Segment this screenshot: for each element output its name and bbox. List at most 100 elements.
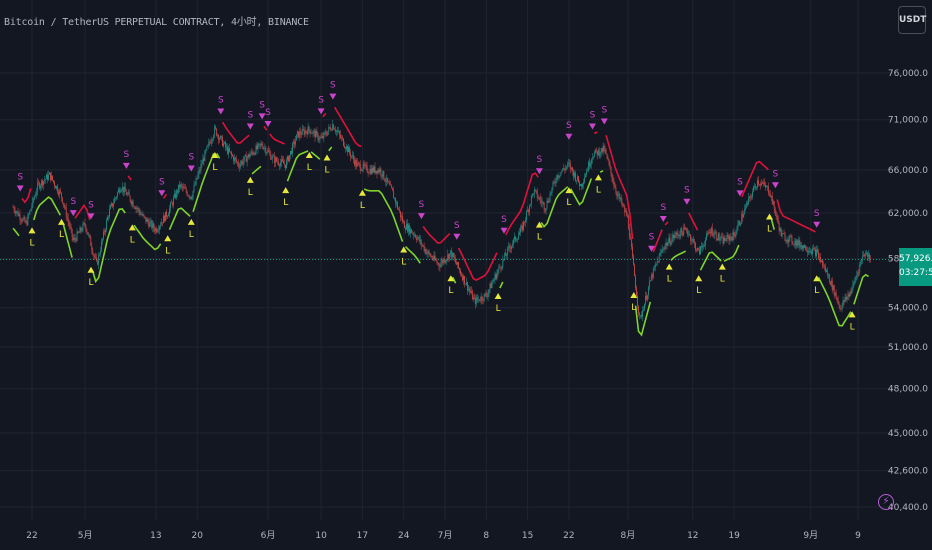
candle-body — [218, 134, 220, 140]
candle-body — [534, 189, 536, 191]
short-signal-arrow — [122, 162, 130, 169]
candle-body — [554, 181, 556, 183]
candle-body — [797, 240, 799, 246]
candle-body — [57, 192, 59, 195]
candle-body — [659, 252, 661, 256]
candle-body — [306, 131, 308, 135]
candle-body — [93, 254, 95, 256]
lightning-icon[interactable]: ⚡ — [878, 494, 894, 510]
long-signal-label: L — [248, 188, 253, 198]
candle-body — [727, 235, 729, 237]
candle-body — [616, 192, 618, 196]
candle-body — [546, 200, 548, 209]
short-signal-arrow — [771, 182, 779, 189]
candle-body — [847, 294, 849, 297]
candle-body — [761, 183, 762, 186]
candle-body — [585, 175, 586, 178]
candle-body — [170, 202, 171, 209]
candle-body — [588, 162, 590, 167]
candle-body — [624, 206, 626, 212]
candle-body — [450, 250, 452, 254]
short-stop-line — [322, 112, 327, 118]
candle-body — [642, 310, 643, 317]
candle-body — [633, 256, 635, 265]
candle-body — [801, 245, 803, 249]
candle-body — [164, 215, 165, 222]
candle-body — [319, 137, 321, 140]
candle-body — [44, 180, 45, 182]
candle-body — [741, 213, 743, 224]
candle-body — [805, 245, 807, 251]
candle-body — [288, 156, 289, 162]
candle-body — [733, 232, 735, 236]
short-signal-label: S — [318, 95, 324, 105]
candle-body — [564, 169, 566, 171]
candle-body — [221, 136, 222, 137]
candle-body — [433, 255, 435, 260]
candle-body — [466, 282, 467, 285]
candle-body — [110, 205, 111, 209]
candle-body — [565, 167, 567, 171]
candle-body — [509, 246, 511, 248]
candle-body — [630, 237, 632, 240]
candle-body — [571, 167, 573, 170]
candle-body — [478, 299, 480, 301]
candle-body — [870, 259, 871, 260]
candle-body — [156, 228, 158, 232]
candle-body — [175, 190, 177, 198]
candle-body — [759, 184, 760, 185]
candle-body — [18, 214, 20, 216]
candle-body — [858, 271, 860, 273]
long-stop-line — [310, 151, 321, 160]
long-signal-label: L — [596, 185, 601, 195]
candle-body — [76, 231, 78, 241]
candle-body — [603, 145, 605, 151]
candle-body — [573, 171, 575, 177]
candle-body — [427, 251, 429, 254]
candle-body — [540, 200, 542, 203]
candle-body — [538, 197, 540, 199]
candle-body — [122, 186, 124, 193]
candle-body — [718, 233, 720, 240]
candle-body — [389, 182, 391, 185]
candle-body — [228, 148, 229, 154]
candle-body — [432, 258, 434, 260]
candle-body — [303, 130, 305, 135]
candle-body — [684, 227, 686, 229]
candle-body — [342, 137, 343, 139]
candle-body — [833, 285, 835, 296]
candle-body — [531, 193, 533, 196]
candle-body — [821, 260, 822, 262]
price-chart[interactable]: SS SSSSSSSSSSSSSSSSSSSSSSSLLLLLLLLLL LLLLL… — [0, 0, 932, 550]
long-stop-line — [62, 223, 73, 258]
candle-body — [611, 172, 613, 180]
candle-body — [541, 202, 543, 203]
short-signal-label: S — [684, 186, 690, 196]
candle-body — [626, 210, 628, 217]
short-signal-arrow — [813, 221, 821, 228]
candle-body — [421, 244, 423, 246]
candle-body — [60, 192, 62, 198]
candle-body — [837, 300, 839, 304]
candle-body — [21, 220, 23, 222]
candle-body — [442, 260, 444, 263]
candle-body — [204, 151, 206, 161]
candle-body — [732, 232, 734, 241]
candle-body — [284, 163, 285, 165]
candle-body — [404, 221, 405, 228]
candle-body — [832, 285, 834, 291]
candle-body — [524, 221, 525, 223]
long-signal-label: L — [850, 322, 855, 332]
candle-body — [66, 217, 68, 219]
candle-body — [753, 186, 754, 192]
long-signal-label: L — [324, 165, 329, 175]
currency-button[interactable]: USDT — [898, 6, 926, 34]
candle-body — [328, 127, 330, 132]
long-stop-line — [499, 281, 504, 289]
candle-body — [236, 161, 238, 163]
candle-body — [441, 260, 443, 264]
candle-body — [844, 297, 846, 302]
candle-body — [562, 168, 564, 171]
candle-body — [102, 238, 104, 242]
candle-body — [614, 185, 616, 188]
